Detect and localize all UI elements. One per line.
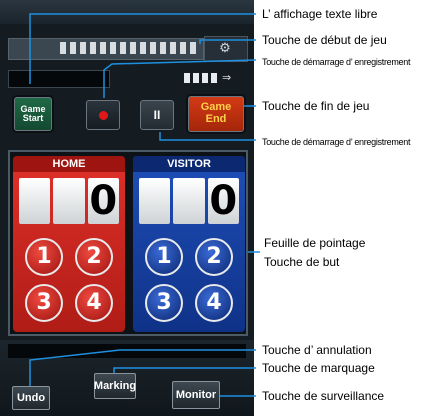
callout-record-start-2: Touche de démarrage d’ enregistrement [262,137,411,147]
callout-goal: Touche de but [264,255,340,269]
callout-marking: Touche de marquage [262,361,375,375]
callout-line-record-start-1 [103,59,257,98]
callout-line-record-start-2 [159,132,256,141]
callout-line-marking [113,367,256,373]
callout-game-start: Touche de début de jeu [262,33,387,47]
callout-score-sheet: Feuille de pointage [264,236,366,250]
callout-undo: Touche d’ annulation [262,343,372,357]
callout-free-text: L’ affichage texte libre [262,7,378,21]
callout-game-end: Touche de fin de jeu [262,99,370,113]
callout-monitor: Touche de surveillance [262,389,385,403]
callout-line-game-start [199,39,256,44]
callout-line-free-text [29,13,256,84]
callout-record-start-1: Touche de démarrage d’ enregistrement [262,57,411,67]
